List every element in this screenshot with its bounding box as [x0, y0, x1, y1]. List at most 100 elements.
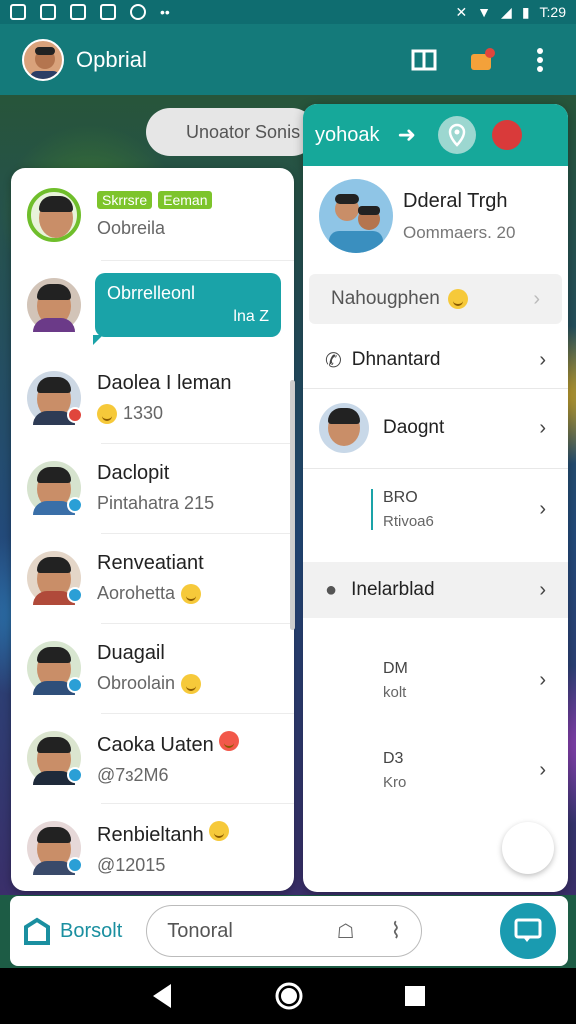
phone-label: Dhnantard: [351, 349, 441, 370]
signal-icon: ◢: [501, 3, 512, 20]
bubble-meta: lna Z: [233, 308, 269, 325]
new-chat-icon[interactable]: [468, 46, 496, 74]
chat-row[interactable]: Skrrsre Eeman Oobreila: [11, 170, 294, 260]
nickname-row[interactable]: Nahougphen ›: [309, 274, 562, 324]
avatar: [27, 188, 81, 242]
block-row[interactable]: ● Inelarblad ›: [303, 562, 568, 618]
message-bubble[interactable]: Obrrelleonl lna Z: [93, 273, 281, 345]
bro-title: BRO: [383, 488, 418, 506]
chat-row[interactable]: Renbieltanh @12015: [11, 803, 294, 891]
profile-avatar[interactable]: [22, 38, 64, 81]
dm-subtitle: kolt: [383, 683, 407, 701]
d3-subtitle: Kro: [383, 773, 407, 791]
chat-row[interactable]: Daclopit Pintahatra 215: [11, 443, 294, 533]
tag-label: Skrrsre: [97, 191, 153, 209]
back-icon[interactable]: [149, 982, 175, 1010]
notification-icon: [70, 4, 86, 20]
chat-subtitle: @12015: [97, 854, 166, 875]
chat-name: Daclopit: [97, 462, 170, 484]
rose-sticker-icon[interactable]: [491, 120, 522, 150]
chat-row[interactable]: Daolea I leman 1330: [11, 353, 294, 443]
chat-name: Duagail: [97, 642, 165, 664]
sticker-icon[interactable]: ☖: [337, 919, 355, 944]
chat-name: Renveatiant: [97, 552, 204, 574]
avatar: [27, 821, 83, 875]
messenger-badge-icon: [67, 857, 83, 873]
chevron-right-icon: ›: [539, 497, 546, 520]
messenger-icon: [130, 4, 146, 20]
phone-icon: ✆: [325, 349, 342, 372]
messenger-badge-icon: [67, 677, 83, 693]
smiley-emoji-icon: [181, 583, 202, 604]
avatar: [27, 461, 83, 515]
status-bar: •• ✕ ▼ ◢ ▮ T:29: [0, 0, 576, 24]
smiley-emoji-icon: [209, 820, 230, 841]
profile-card[interactable]: Dderal Trgh Oommaers. 20: [303, 166, 568, 266]
chat-subtitle: 1330: [123, 403, 164, 423]
recents-icon[interactable]: [403, 984, 427, 1008]
chat-subtitle: @7ɜ2M6: [97, 764, 169, 785]
profile-photo: [319, 179, 393, 253]
avatar: [27, 731, 83, 785]
nickname-label: Nahougphen: [331, 288, 440, 309]
unread-badge: [67, 407, 83, 423]
chat-row[interactable]: Obrrelleonl lna Z: [11, 260, 294, 350]
chat-name: Daolea I leman: [97, 372, 232, 394]
chat-row[interactable]: Duagail Obroolain: [11, 623, 294, 713]
tag-label: Eeman: [158, 191, 213, 209]
detail-header: yohoak ➜: [303, 104, 568, 166]
contacts-book-icon[interactable]: [410, 46, 438, 74]
phone-row[interactable]: ✆ Dhnantard ›: [303, 332, 568, 388]
person-icon: ●: [325, 578, 338, 601]
avatar: [27, 371, 83, 425]
smiley-emoji-icon: [181, 673, 202, 694]
profile-count: 20: [496, 222, 516, 242]
chevron-right-icon: ›: [533, 287, 540, 310]
mute-icon: ✕: [455, 3, 468, 20]
message-input-text: Tonoral: [167, 919, 233, 942]
system-nav-bar: [0, 968, 576, 1024]
chevron-right-icon: ›: [539, 416, 546, 439]
bubble-text: Obrrelleonl: [107, 283, 196, 303]
brand-logo-icon: [24, 917, 50, 945]
messenger-badge-icon: [67, 497, 83, 513]
d3-row[interactable]: D3 Kro ›: [303, 740, 568, 800]
floating-action-button[interactable]: [502, 822, 554, 874]
detail-header-title: yohoak: [315, 123, 380, 146]
chevron-right-icon: ›: [539, 758, 546, 781]
share-icon[interactable]: ➜: [398, 122, 416, 148]
scrollbar[interactable]: [290, 380, 295, 630]
chat-subtitle: Obroolain: [97, 673, 176, 693]
chevron-right-icon: ›: [539, 348, 546, 371]
contact-row[interactable]: Daognt ›: [303, 388, 568, 468]
location-icon[interactable]: [437, 116, 476, 154]
d3-title: D3: [383, 749, 404, 767]
send-button[interactable]: [500, 903, 556, 959]
chat-subtitle: Oobreila: [97, 218, 166, 238]
chevron-right-icon: ›: [539, 578, 546, 601]
chat-subtitle: Aorohetta: [97, 583, 176, 603]
brand-button[interactable]: Borsolt: [22, 917, 122, 945]
notification-icon: [40, 4, 56, 20]
messenger-badge-icon: [67, 587, 83, 603]
more-options-icon[interactable]: [526, 46, 554, 74]
search-pill[interactable]: Unoator Sonis: [146, 108, 316, 156]
app-title: Opbrial: [76, 46, 147, 72]
profile-meta: Oommaers.: [403, 222, 492, 242]
home-icon[interactable]: [274, 981, 304, 1011]
bro-row[interactable]: BRO Rtivoa6 ›: [303, 474, 568, 544]
avatar: [319, 403, 369, 453]
search-label: Unoator Sonis: [186, 121, 301, 142]
avatar: [27, 641, 83, 695]
brand-label: Borsolt: [60, 919, 123, 942]
message-input[interactable]: Tonoral ☖ ⌇: [146, 905, 423, 957]
dm-row[interactable]: DM kolt ›: [303, 650, 568, 710]
chevron-right-icon: ›: [539, 668, 546, 691]
chat-row[interactable]: Caoka Uaten @7ɜ2M6: [11, 713, 294, 803]
chat-row[interactable]: Renveatiant Aorohetta: [11, 533, 294, 623]
app-bar: Opbrial: [0, 24, 576, 95]
attachment-icon[interactable]: ⌇: [391, 918, 402, 944]
block-label: Inelarblad: [351, 579, 435, 600]
clock: T:29: [539, 4, 566, 20]
contact-label: Daognt: [383, 417, 445, 438]
